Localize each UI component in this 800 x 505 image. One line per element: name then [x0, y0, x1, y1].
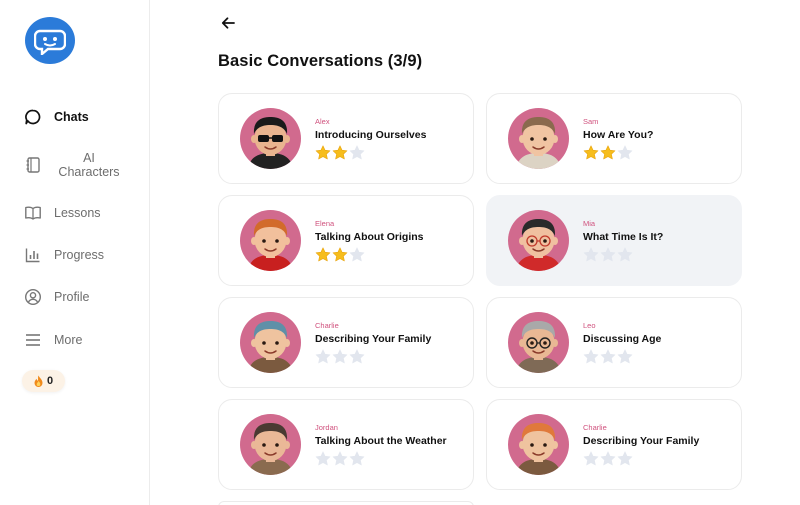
star-empty-icon [349, 349, 366, 369]
speech-bubble-icon [24, 108, 42, 126]
character-avatar [240, 210, 301, 271]
character-name: Charlie [315, 321, 339, 330]
star-rating [315, 451, 366, 471]
character-avatar [508, 210, 569, 271]
lesson-card[interactable]: Elena Talking About Origins [218, 195, 474, 286]
streak-count: 0 [46, 375, 54, 387]
sidebar-item-more[interactable]: More [24, 331, 144, 349]
star-empty-icon [617, 145, 634, 165]
star-filled-icon [315, 247, 332, 267]
bar-chart-icon [24, 246, 42, 264]
star-empty-icon [315, 451, 332, 471]
star-rating [315, 349, 366, 369]
star-filled-icon [600, 145, 617, 165]
back-button[interactable] [218, 15, 238, 35]
star-empty-icon [617, 247, 634, 267]
sidebar-item-label: Progress [54, 248, 105, 262]
sidebar-item-progress[interactable]: Progress [24, 246, 144, 264]
sidebar-item-profile[interactable]: Profile [24, 288, 144, 306]
character-avatar [240, 312, 301, 373]
star-rating [583, 145, 634, 165]
lesson-title: Talking About the Weather [315, 435, 447, 447]
star-rating [315, 145, 366, 165]
lesson-title: What Time Is It? [583, 231, 664, 243]
star-filled-icon [315, 145, 332, 165]
sidebar-item-lessons[interactable]: Lessons [24, 204, 144, 222]
star-empty-icon [332, 451, 349, 471]
lesson-card[interactable]: Alex Introducing Ourselves [218, 93, 474, 184]
star-empty-icon [600, 451, 617, 471]
star-empty-icon [315, 349, 332, 369]
lesson-title: Discussing Age [583, 333, 662, 345]
star-empty-icon [332, 349, 349, 369]
arrow-left-icon [221, 16, 235, 34]
star-empty-icon [583, 349, 600, 369]
lesson-card-partial[interactable] [218, 501, 474, 505]
notebook-icon [24, 156, 42, 174]
character-name: Elena [315, 219, 335, 228]
user-circle-icon [24, 288, 42, 306]
star-empty-icon [349, 451, 366, 471]
character-name: Mia [583, 219, 596, 228]
sidebar-item-label: Chats [54, 110, 89, 124]
character-name: Sam [583, 117, 599, 126]
sidebar: Chats AI Characters Lessons Progress Pro [0, 0, 150, 505]
sidebar-item-chats[interactable]: Chats [24, 108, 144, 126]
lesson-title: Talking About Origins [315, 231, 424, 243]
star-filled-icon [332, 247, 349, 267]
lesson-card[interactable]: Jordan Talking About the Weather [218, 399, 474, 490]
character-avatar [508, 312, 569, 373]
character-avatar [508, 414, 569, 475]
page-title: Basic Conversations (3/9) [218, 52, 423, 70]
lesson-card[interactable]: Leo Discussing Age [486, 297, 742, 388]
lesson-card[interactable]: Mia What Time Is It? [486, 195, 742, 286]
chat-bot-logo-icon[interactable] [25, 17, 75, 64]
star-empty-icon [617, 451, 634, 471]
sidebar-item-label: More [54, 333, 83, 347]
lesson-title: Describing Your Family [583, 435, 700, 447]
star-rating [583, 451, 634, 471]
sidebar-item-label: AI Characters [58, 151, 120, 179]
star-rating [315, 247, 366, 267]
character-name: Charlie [583, 423, 607, 432]
star-empty-icon [600, 247, 617, 267]
star-empty-icon [349, 247, 366, 267]
flame-icon [34, 375, 43, 387]
hamburger-icon [24, 331, 42, 349]
lesson-card[interactable]: Sam How Are You? [486, 93, 742, 184]
star-empty-icon [600, 349, 617, 369]
lesson-title: Introducing Ourselves [315, 129, 427, 141]
character-avatar [240, 108, 301, 169]
character-avatar [508, 108, 569, 169]
streak-badge[interactable]: 0 [22, 370, 65, 392]
star-empty-icon [583, 247, 600, 267]
star-empty-icon [617, 349, 634, 369]
star-rating [583, 349, 634, 369]
star-empty-icon [349, 145, 366, 165]
character-name: Leo [583, 321, 596, 330]
star-rating [583, 247, 634, 267]
star-empty-icon [583, 451, 600, 471]
character-name: Alex [315, 117, 330, 126]
star-filled-icon [583, 145, 600, 165]
character-avatar [240, 414, 301, 475]
sidebar-item-label: Lessons [54, 206, 101, 220]
lesson-card[interactable]: Charlie Describing Your Family [486, 399, 742, 490]
lesson-card[interactable]: Charlie Describing Your Family [218, 297, 474, 388]
sidebar-item-label: Profile [54, 290, 90, 304]
character-name: Jordan [315, 423, 338, 432]
sidebar-item-ai-characters[interactable]: AI Characters [24, 151, 144, 179]
app: Chats AI Characters Lessons Progress Pro [0, 0, 800, 505]
book-icon [24, 204, 42, 222]
lesson-title: How Are You? [583, 129, 654, 141]
lesson-title: Describing Your Family [315, 333, 432, 345]
star-filled-icon [332, 145, 349, 165]
